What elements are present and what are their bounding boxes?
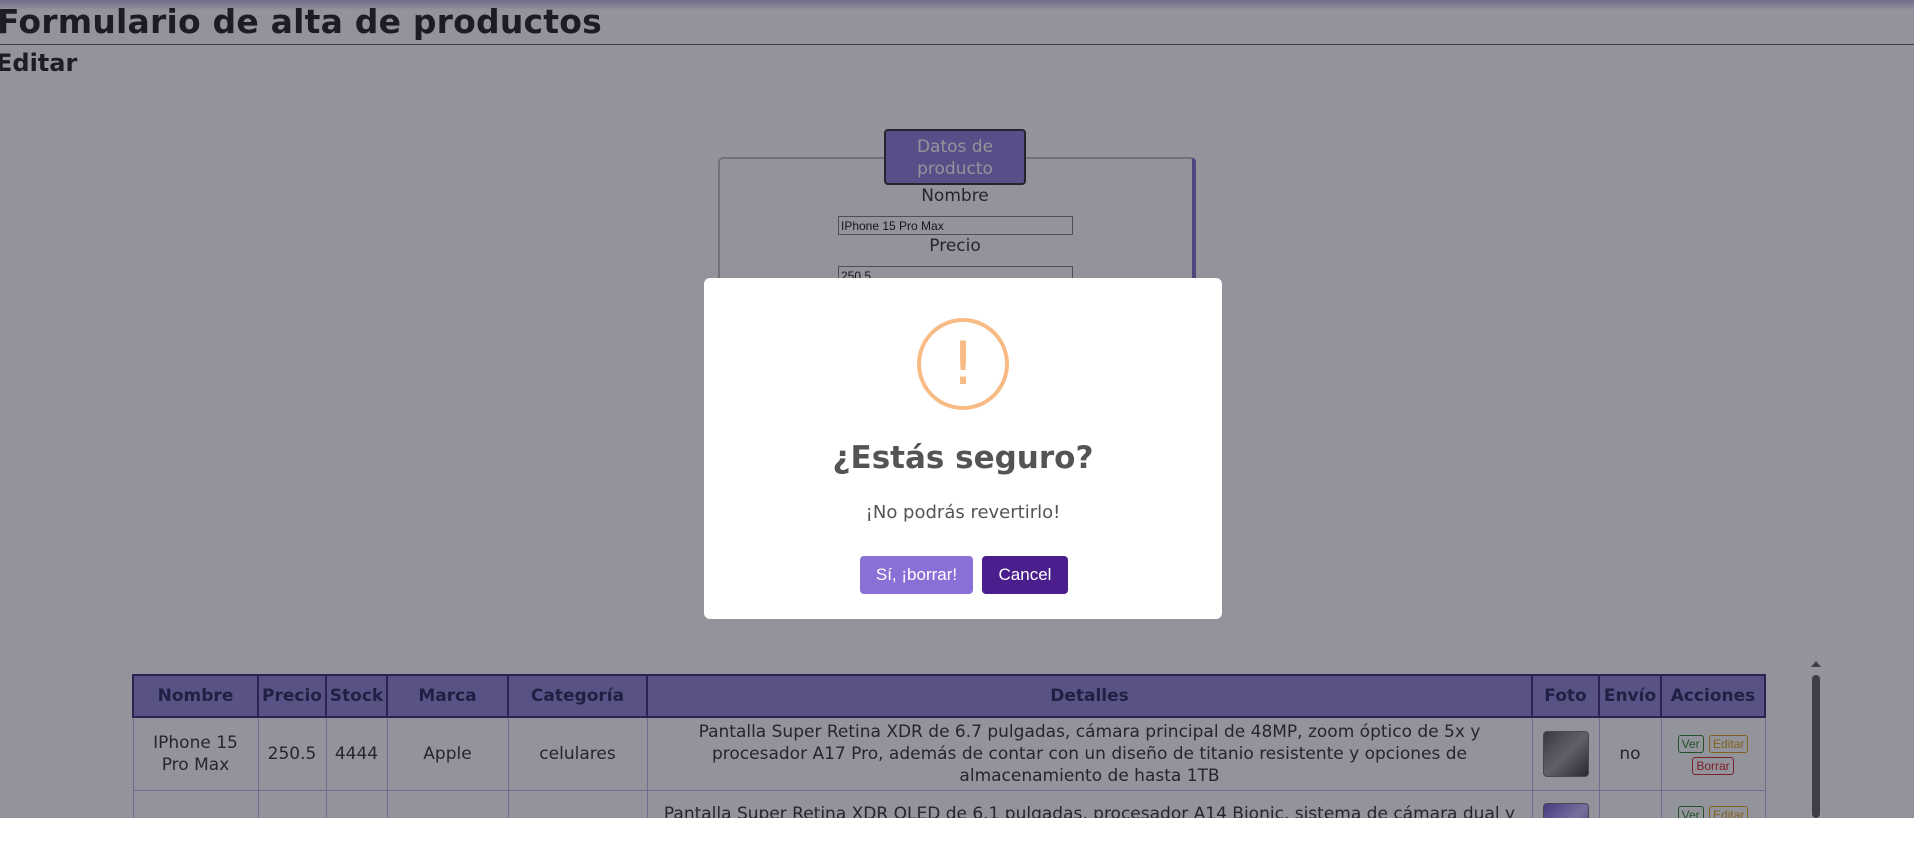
warning-icon: ! — [917, 318, 1009, 410]
dialog-title: ¿Estás seguro? — [832, 440, 1094, 476]
confirm-dialog: ! ¿Estás seguro? ¡No podrás revertirlo! … — [704, 278, 1222, 619]
cancel-button[interactable]: Cancel — [982, 556, 1068, 594]
dialog-message: ¡No podrás revertirlo! — [865, 502, 1061, 523]
page-viewport: Formulario de alta de productos Editar D… — [0, 0, 1914, 818]
confirm-delete-button[interactable]: Sí, ¡borrar! — [860, 556, 973, 594]
